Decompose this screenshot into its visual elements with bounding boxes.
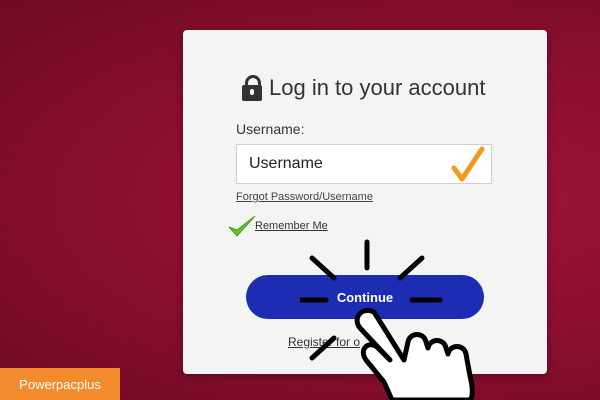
lock-icon — [241, 74, 263, 102]
login-title: Log in to your account — [241, 72, 541, 104]
orange-checkmark-icon — [451, 146, 485, 182]
username-field-wrapper — [236, 144, 492, 184]
register-link[interactable]: Register for o — [288, 335, 360, 349]
remember-me-label: Remember Me — [255, 220, 328, 232]
forgot-password-link[interactable]: Forgot Password/Username — [236, 191, 373, 203]
brand-badge: Powerpacplus — [0, 368, 120, 400]
login-card: Log in to your account Username: Forgot … — [183, 30, 547, 374]
username-input[interactable] — [237, 145, 471, 183]
green-checkmark-icon — [228, 215, 256, 237]
login-title-text: Log in to your account — [269, 75, 486, 100]
username-label: Username: — [236, 121, 305, 137]
remember-me-checkbox[interactable]: Remember Me — [227, 214, 328, 238]
continue-button[interactable]: Continue — [246, 275, 484, 319]
